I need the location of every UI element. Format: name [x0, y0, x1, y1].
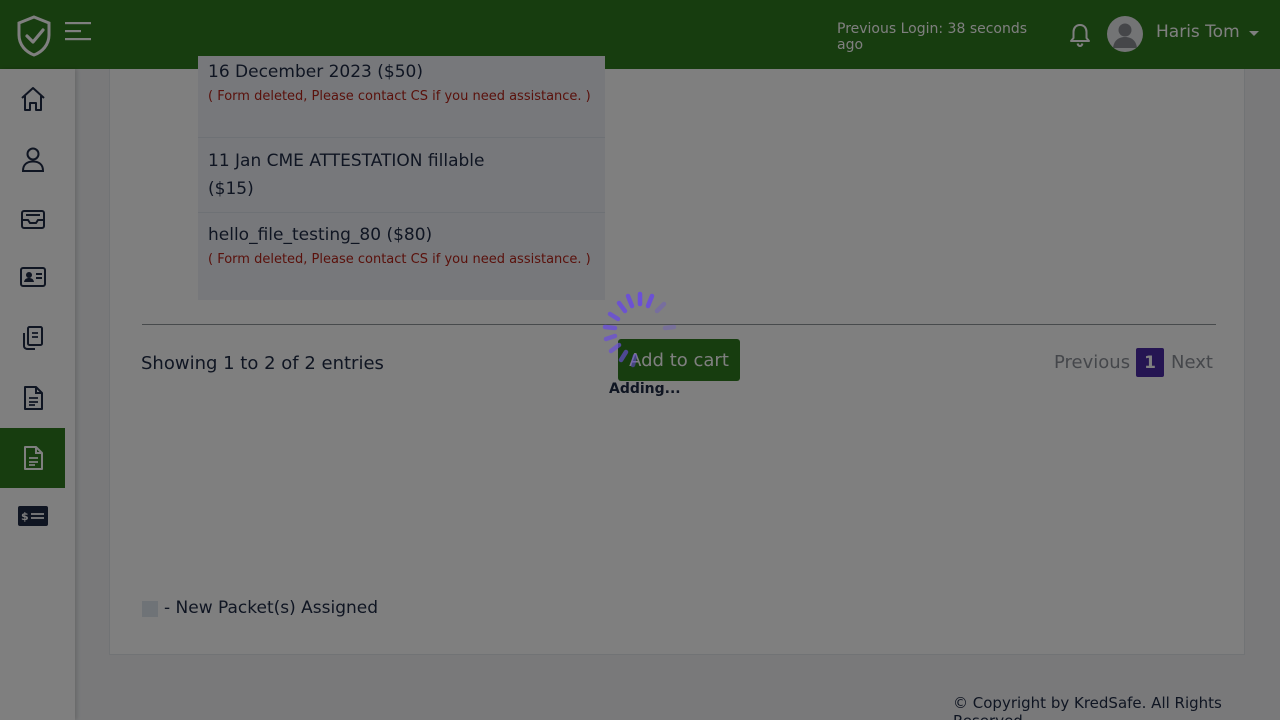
loading-spinner-icon	[602, 291, 677, 368]
